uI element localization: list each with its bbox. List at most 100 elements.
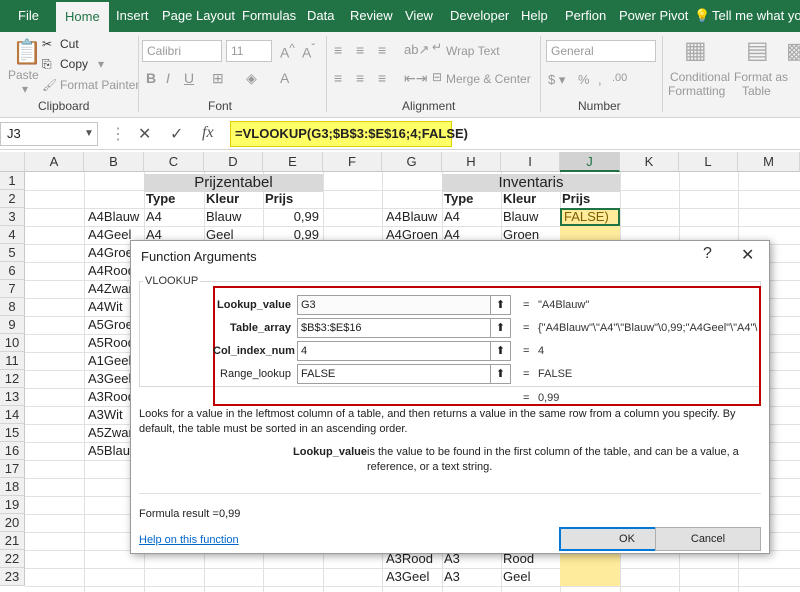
tab-home[interactable]: Home (56, 2, 109, 32)
cell-i23[interactable]: Geel (501, 568, 530, 586)
number-format-select[interactable]: General (546, 40, 656, 62)
lookup-value-input[interactable]: G3 (297, 295, 491, 315)
row-header[interactable]: 4 (0, 226, 25, 244)
tab-insert[interactable]: Insert (116, 0, 149, 32)
format-as-table-button[interactable]: Format as (734, 70, 788, 84)
header-type-inv[interactable]: Type (442, 190, 473, 208)
wrap-text-button[interactable]: Wrap Text (446, 44, 500, 58)
column-header-f[interactable]: F (323, 152, 382, 172)
comma-icon[interactable]: , (598, 72, 602, 87)
insert-function-icon[interactable]: fx (202, 124, 214, 142)
cell-i3[interactable]: Blauw (501, 208, 538, 226)
cut-button[interactable]: Cut (60, 37, 79, 51)
row-header[interactable]: 15 (0, 424, 25, 442)
align-left-icon[interactable]: ≡ (334, 70, 342, 86)
row-header[interactable]: 7 (0, 280, 25, 298)
row-header[interactable]: 18 (0, 478, 25, 496)
enter-check-icon[interactable]: ✓ (170, 124, 183, 144)
decrease-font-icon[interactable]: Aˇ (302, 42, 315, 61)
currency-icon[interactable]: $ ▾ (548, 72, 565, 88)
row-header[interactable]: 20 (0, 514, 25, 532)
cell-b8[interactable]: A4Wit (86, 298, 123, 316)
range-lookup-input[interactable]: FALSE (297, 364, 491, 384)
bold-icon[interactable]: B (146, 70, 156, 86)
tab-review[interactable]: Review (350, 0, 393, 32)
close-icon[interactable]: ✕ (741, 245, 754, 265)
row-header[interactable]: 23 (0, 568, 25, 586)
header-kleur[interactable]: Kleur (204, 190, 239, 208)
row-header[interactable]: 1 (0, 172, 25, 190)
row-header[interactable]: 3 (0, 208, 25, 226)
tab-file[interactable]: File (18, 0, 39, 32)
column-header-e[interactable]: E (263, 152, 323, 172)
cell-b4[interactable]: A4Geel (86, 226, 131, 244)
column-header-m[interactable]: M (738, 152, 800, 172)
cell-b7[interactable]: A4Zwart (86, 280, 136, 298)
merge-center-button[interactable]: Merge & Center (446, 72, 531, 86)
cell-b12[interactable]: A3Geel (86, 370, 131, 388)
column-header-k[interactable]: K (620, 152, 679, 172)
header-type[interactable]: Type (144, 190, 175, 208)
row-header[interactable]: 21 (0, 532, 25, 550)
row-header[interactable]: 17 (0, 460, 25, 478)
column-header-c[interactable]: C (144, 152, 204, 172)
row-header[interactable]: 19 (0, 496, 25, 514)
tell-me-search[interactable]: Tell me what you (712, 0, 800, 32)
cell-b15[interactable]: A5Zwart (86, 424, 136, 442)
header-kleur-inv[interactable]: Kleur (501, 190, 536, 208)
help-on-function-link[interactable]: Help on this function (139, 534, 239, 546)
fill-color-icon[interactable]: ◈ (246, 70, 257, 87)
column-header-i[interactable]: I (501, 152, 560, 172)
borders-icon[interactable]: ⊞ (212, 70, 224, 87)
underline-icon[interactable]: U (184, 70, 194, 86)
chevron-down-icon[interactable]: ▼ (84, 128, 94, 139)
cell-styles-icon[interactable]: ▩ (786, 38, 800, 64)
collapse-arrow-icon[interactable]: ⬆ (491, 318, 511, 338)
cell-b13[interactable]: A3Rood (86, 388, 135, 406)
tab-formulas[interactable]: Formulas (242, 0, 296, 32)
cell-g23[interactable]: A3Geel (384, 568, 429, 586)
row-header[interactable]: 16 (0, 442, 25, 460)
tab-perfion[interactable]: Perfion (565, 0, 606, 32)
copy-button[interactable]: Copy (60, 57, 88, 71)
column-header-b[interactable]: B (84, 152, 144, 172)
table-array-input[interactable]: $B$3:$E$16 (297, 318, 491, 338)
align-top-icon[interactable]: ≡ (334, 42, 342, 58)
cell-h23[interactable]: A3 (442, 568, 460, 586)
column-header-j[interactable]: J (560, 152, 620, 172)
column-header-g[interactable]: G (382, 152, 442, 172)
row-header[interactable]: 8 (0, 298, 25, 316)
indent-icon[interactable]: ⇤⇥ (404, 70, 427, 87)
increase-decimal-icon[interactable]: .00 (612, 72, 627, 84)
format-painter-button[interactable]: Format Painter (60, 78, 139, 92)
cancel-button[interactable]: Cancel (655, 527, 761, 551)
italic-icon[interactable]: I (166, 70, 170, 86)
cell-j23[interactable] (560, 568, 620, 586)
tab-help[interactable]: Help (521, 0, 548, 32)
row-header[interactable]: 14 (0, 406, 25, 424)
collapse-arrow-icon[interactable]: ⬆ (491, 295, 511, 315)
cell-e3[interactable]: 0,99 (263, 208, 323, 226)
row-header[interactable]: 9 (0, 316, 25, 334)
conditional-formatting-button[interactable]: Conditional (670, 70, 730, 84)
align-center-icon[interactable]: ≡ (356, 70, 364, 86)
tab-page-layout[interactable]: Page Layout (162, 0, 235, 32)
cell-g3[interactable]: A4Blauw (384, 208, 437, 226)
increase-font-icon[interactable]: A^ (280, 42, 295, 61)
tab-power-pivot[interactable]: Power Pivot (619, 0, 688, 32)
orientation-icon[interactable]: ab↗ (404, 42, 429, 58)
cell-b10[interactable]: A5Rood (86, 334, 135, 352)
font-size-select[interactable]: 11 (226, 40, 272, 62)
select-all-corner[interactable] (0, 152, 25, 172)
align-bottom-icon[interactable]: ≡ (378, 42, 386, 58)
row-header[interactable]: 22 (0, 550, 25, 568)
col-index-num-input[interactable]: 4 (297, 341, 491, 361)
cell-d3[interactable]: Blauw (204, 208, 241, 226)
cell-b11[interactable]: A1Geel (86, 352, 131, 370)
column-header-a[interactable]: A (25, 152, 84, 172)
tab-data[interactable]: Data (307, 0, 334, 32)
row-header[interactable]: 5 (0, 244, 25, 262)
row-header[interactable]: 10 (0, 334, 25, 352)
tab-view[interactable]: View (405, 0, 433, 32)
column-header-h[interactable]: H (442, 152, 501, 172)
